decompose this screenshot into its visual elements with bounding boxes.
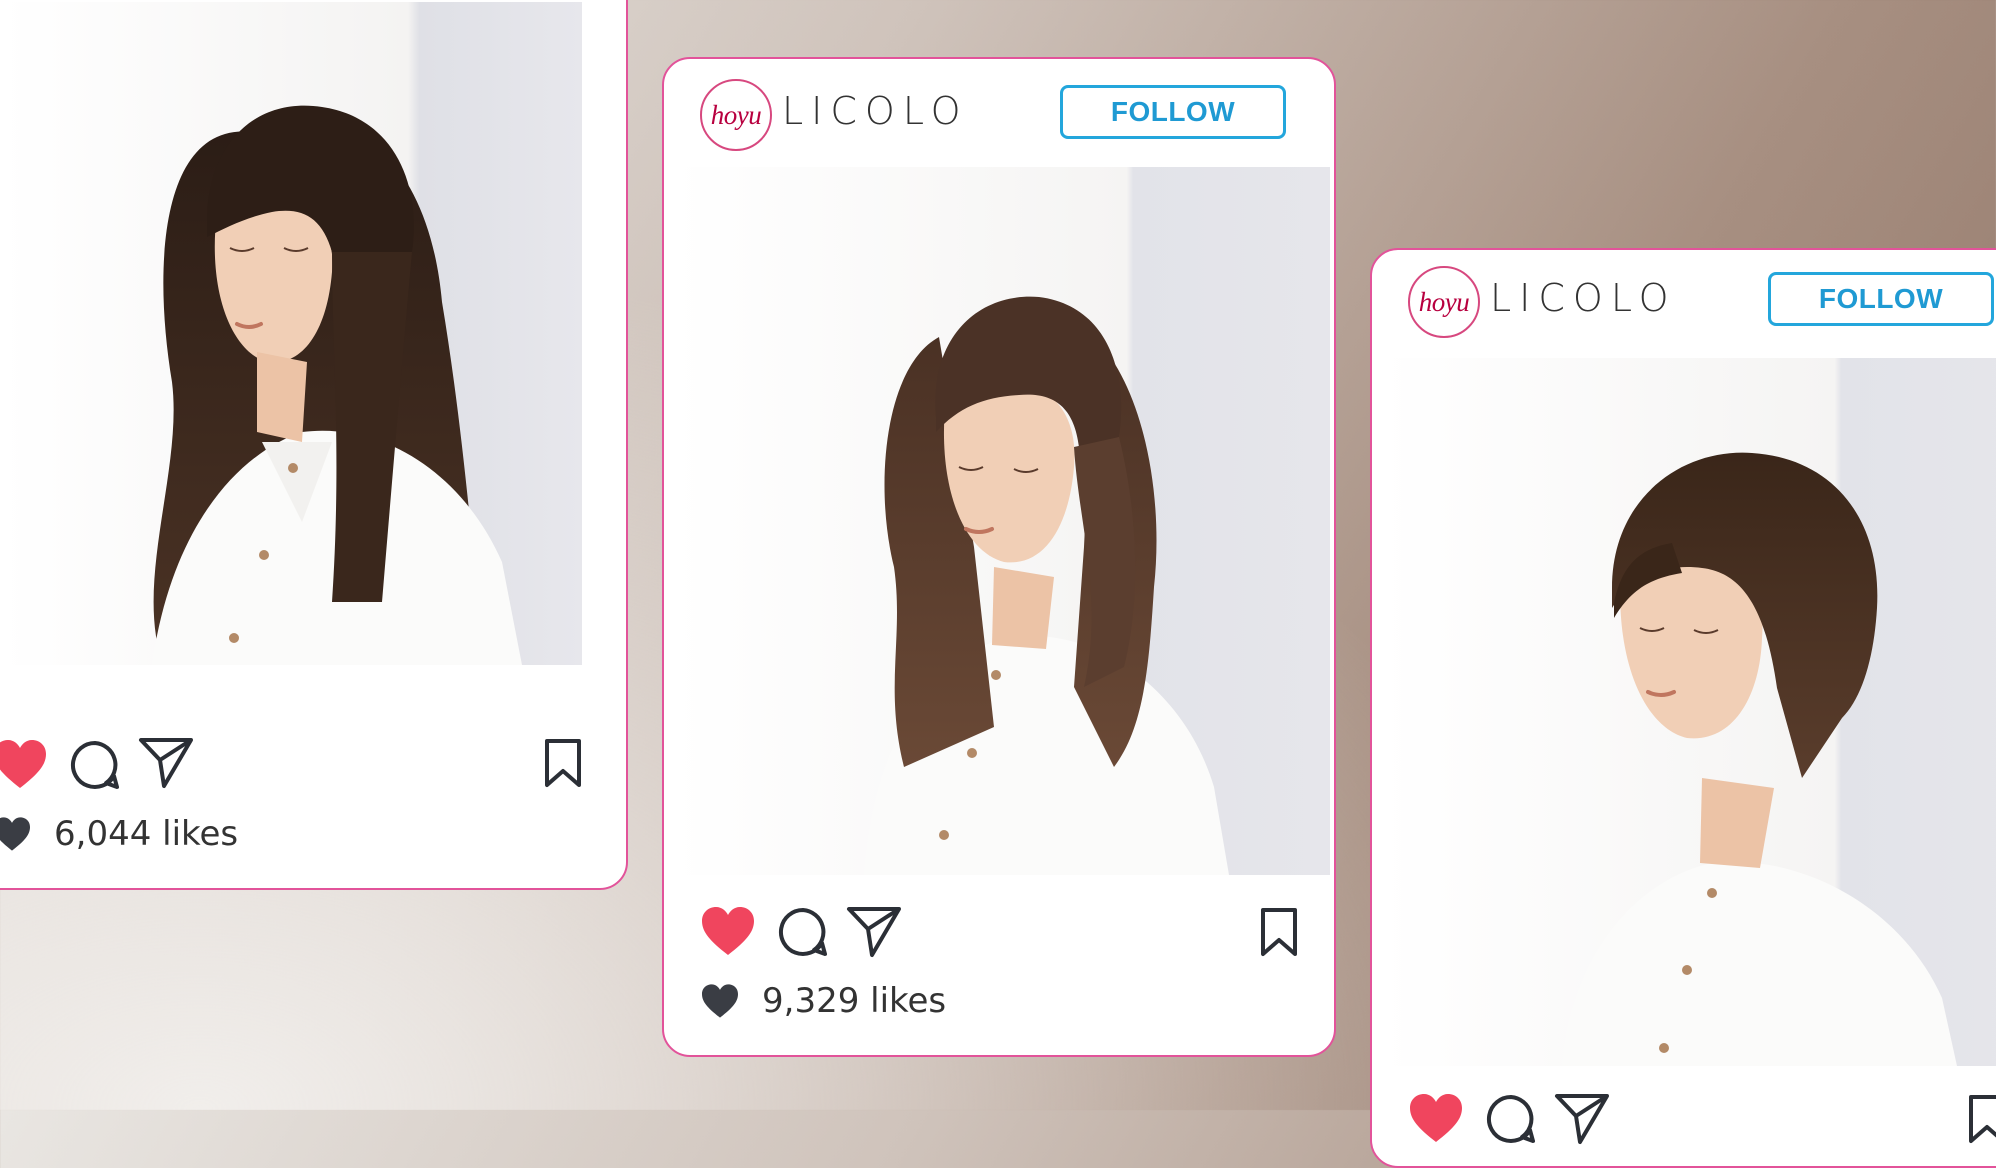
post-card-1: 6,044 likes <box>0 0 628 890</box>
bookmark-icon[interactable] <box>1968 1094 1996 1144</box>
likes-heart-icon <box>702 984 738 1018</box>
comment-icon[interactable] <box>1486 1094 1536 1144</box>
post-card-3: hoyu LICOLO FOLLOW <box>1370 248 1996 1168</box>
share-icon[interactable] <box>846 905 902 959</box>
likes-count: 6,044 likes <box>54 814 239 854</box>
post-photo-2[interactable] <box>674 167 1330 875</box>
post-photo-1[interactable] <box>2 2 582 665</box>
comment-icon[interactable] <box>70 740 120 790</box>
avatar-badge-text: hoyu <box>710 99 762 130</box>
comment-icon[interactable] <box>778 907 828 957</box>
follow-button[interactable]: FOLLOW <box>1060 85 1286 139</box>
post-card-2: hoyu LICOLO FOLLOW 9,329 likes <box>662 57 1336 1057</box>
account-avatar[interactable]: hoyu <box>700 79 772 151</box>
heart-icon[interactable] <box>1408 1092 1464 1144</box>
photo-long-hair-woman <box>2 2 582 665</box>
account-name[interactable]: LICOLO <box>1490 276 1677 320</box>
heart-icon[interactable] <box>700 905 756 957</box>
post-photo-3[interactable] <box>1382 358 1996 1066</box>
likes-row: 6,044 likes <box>0 814 238 854</box>
share-icon[interactable] <box>1554 1092 1610 1146</box>
share-icon[interactable] <box>138 736 194 790</box>
photo-short-hair-woman <box>1382 358 1996 1066</box>
follow-button[interactable]: FOLLOW <box>1768 272 1994 326</box>
bookmark-icon[interactable] <box>1260 907 1298 957</box>
likes-heart-icon <box>0 817 31 851</box>
likes-count: 9,329 likes <box>762 981 947 1021</box>
heart-icon[interactable] <box>0 738 48 790</box>
account-name[interactable]: LICOLO <box>782 89 969 133</box>
avatar-badge-text: hoyu <box>1418 286 1470 317</box>
likes-row: 9,329 likes <box>700 981 946 1021</box>
post-header: hoyu LICOLO FOLLOW <box>1372 250 1996 362</box>
photo-medium-hair-woman <box>674 167 1330 875</box>
account-avatar[interactable]: hoyu <box>1408 266 1480 338</box>
bookmark-icon[interactable] <box>544 738 582 788</box>
post-header: hoyu LICOLO FOLLOW <box>664 59 1334 171</box>
